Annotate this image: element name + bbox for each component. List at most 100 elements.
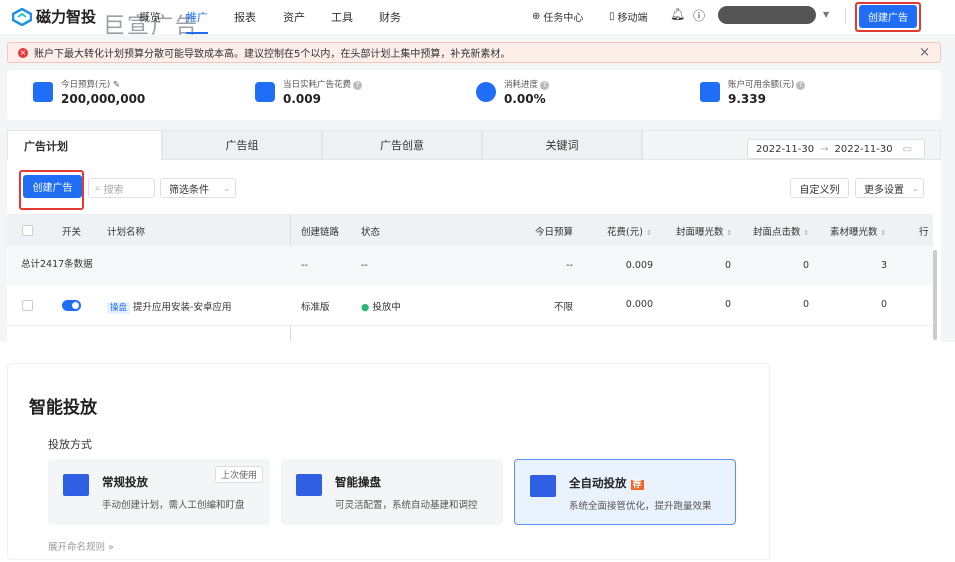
card-title: 全自动投放	[569, 476, 627, 490]
task-center-label: 任务中心	[543, 13, 584, 24]
summary-cover-imp: 0	[724, 260, 731, 271]
date-separator: →	[820, 143, 829, 155]
stat-value: 0.009	[283, 92, 321, 106]
tab-creatives[interactable]: 广告创意	[322, 130, 482, 160]
date-end: 2022-11-30	[834, 143, 893, 155]
task-center-icon: ⊕	[532, 11, 541, 22]
summary-cover-click: 0	[802, 260, 809, 271]
stats-card: 今日预算(元) ✎ 200,000,000 当日实耗广告花费? 0.009 消耗进度…	[7, 70, 941, 120]
row-material-imp: 0	[880, 299, 887, 310]
error-icon: ×	[18, 47, 28, 58]
card-auto[interactable]: 全自动投放 荐 系统全面接管优化，提升跑量效果	[514, 459, 736, 525]
select-all-checkbox[interactable]	[22, 225, 33, 236]
logo-icon	[12, 7, 32, 26]
card-desc: 可灵活配置，系统自动基建和调控	[335, 500, 478, 511]
scrollbar[interactable]	[933, 250, 937, 340]
nav-tools[interactable]: 工具	[331, 9, 353, 25]
row-cost: 0.000	[625, 299, 653, 310]
help-icon[interactable]: ?	[796, 81, 806, 90]
chevron-down-icon: ⌄	[912, 183, 919, 193]
stat-spend: 当日实耗广告花费? 0.009	[255, 78, 363, 106]
chevron-down-icon[interactable]: ▼	[823, 10, 829, 19]
search-icon: ⌕	[95, 182, 101, 194]
col-cover-click-label: 封面点击数	[753, 227, 801, 238]
nav-promotion[interactable]: 推广	[186, 9, 208, 25]
close-icon[interactable]: ×	[919, 45, 930, 60]
sort-icon: ⇕	[645, 229, 652, 237]
row-chain: 标准版	[301, 302, 330, 313]
table-row[interactable]: 操盘 提升应用安装-安卓应用 标准版 ● 投放中 不限 0.000 0 0 0	[7, 286, 933, 326]
top-header: 磁力智投 巨宣广告 概览 推广 报表 资产 工具 财务 ⊕ 任务中心 ▯ 移动端 🔔…	[0, 0, 955, 39]
task-center-link[interactable]: ⊕ 任务中心	[532, 9, 583, 24]
card-desc: 系统全面接管优化，提升跑量效果	[569, 501, 712, 512]
stat-label: 当日实耗广告花费	[283, 80, 352, 90]
tab-campaigns[interactable]: 广告计划	[7, 130, 162, 160]
col-budget: 今日预算	[534, 227, 573, 238]
row-toggle[interactable]	[62, 300, 81, 311]
stat-value: 9.339	[728, 92, 766, 106]
mobile-label: 移动端	[617, 13, 648, 24]
nav-overview[interactable]: 概览	[139, 9, 161, 25]
col-chain: 创建链路	[301, 227, 340, 238]
row-status-label: 投放中	[372, 302, 401, 313]
date-range-picker[interactable]: 2022-11-30 → 2022-11-30 ▭	[747, 139, 925, 159]
col-cost[interactable]: 花费(元) ⇕	[607, 224, 652, 238]
expand-label: 展开命名规则	[48, 542, 106, 553]
summary-status: --	[361, 260, 368, 271]
row-checkbox[interactable]	[22, 300, 33, 311]
stat-label: 今日预算(元)	[61, 80, 111, 90]
col-cover-imp[interactable]: 封面曝光数 ⇕	[676, 224, 732, 238]
nav-reports[interactable]: 报表	[234, 9, 256, 25]
sort-icon: ⇕	[880, 229, 887, 237]
robot-monitor-icon	[530, 475, 556, 497]
custom-columns-button[interactable]: 自定义列	[790, 178, 849, 198]
warning-alert: × 账户下最大转化计划预算分散可能导致成本高。建议控制在5个以内，在头部计划上集…	[7, 42, 941, 63]
edit-icon[interactable]: ✎	[113, 80, 120, 90]
alert-text: 账户下最大转化计划预算分散可能导致成本高。建议控制在5个以内，在头部计划上集中预…	[34, 49, 511, 60]
create-ad-button[interactable]: 创建广告	[23, 175, 82, 198]
stat-label: 账户可用余额(元)	[728, 80, 795, 90]
card-title: 智能操盘	[335, 475, 381, 489]
help-icon[interactable]: ?	[353, 81, 363, 90]
row-tag: 操盘	[107, 302, 131, 314]
mobile-icon: ▯	[609, 11, 615, 22]
row-status: ● 投放中	[361, 302, 401, 313]
nav-active-indicator	[186, 32, 208, 34]
logo-text: 磁力智投	[36, 8, 97, 26]
recommend-badge: 荐	[630, 480, 644, 490]
search-input[interactable]: ⌕ 搜索	[88, 178, 155, 198]
nav-assets[interactable]: 资产	[283, 9, 305, 25]
col-cover-click[interactable]: 封面点击数 ⇕	[753, 224, 809, 238]
card-regular[interactable]: 常规投放 手动创建计划，需人工创编和盯盘 上次使用	[48, 459, 270, 525]
col-switch: 开关	[62, 227, 82, 238]
col-material-imp[interactable]: 素材曝光数 ⇕	[830, 224, 886, 238]
col-material-imp-label: 素材曝光数	[830, 227, 878, 238]
more-settings-dropdown[interactable]: 更多设置 ⌄	[855, 178, 924, 198]
filter-dropdown[interactable]: 筛选条件 ⌄	[160, 178, 236, 198]
budget-icon	[33, 82, 53, 102]
expand-naming-rules[interactable]: 展开命名规则 »	[48, 539, 114, 553]
tab-keywords[interactable]: 关键词	[482, 130, 642, 160]
tab-ad-groups[interactable]: 广告组	[162, 130, 322, 160]
mobile-link[interactable]: ▯ 移动端	[609, 9, 648, 24]
create-ad-header-button[interactable]: 创建广告	[859, 5, 917, 28]
row-name[interactable]: 提升应用安装-安卓应用	[133, 302, 231, 313]
nav-finance[interactable]: 财务	[379, 9, 401, 25]
help-icon[interactable]: ?	[540, 81, 550, 90]
stat-budget: 今日预算(元) ✎ 200,000,000	[33, 78, 145, 106]
summary-chain: --	[301, 260, 308, 271]
manual-icon	[63, 474, 89, 496]
help-icon[interactable]: ⓘ	[693, 7, 705, 24]
logo[interactable]: 磁力智投	[12, 6, 96, 27]
date-start: 2022-11-30	[756, 143, 815, 155]
sort-icon: ⇕	[803, 229, 810, 237]
col-name: 计划名称	[107, 227, 146, 238]
account-avatar-redacted[interactable]	[718, 6, 816, 24]
col-status: 状态	[361, 227, 381, 238]
stat-balance: 账户可用余额(元)? 9.339	[700, 78, 806, 106]
stat-value: 0.00%	[504, 92, 546, 106]
bell-icon[interactable]: 🔔︎	[670, 7, 685, 21]
sort-icon: ⇕	[726, 229, 733, 237]
card-smart[interactable]: 智能操盘 可灵活配置，系统自动基建和调控	[281, 459, 503, 525]
smart-title: 智能投放	[29, 398, 97, 418]
